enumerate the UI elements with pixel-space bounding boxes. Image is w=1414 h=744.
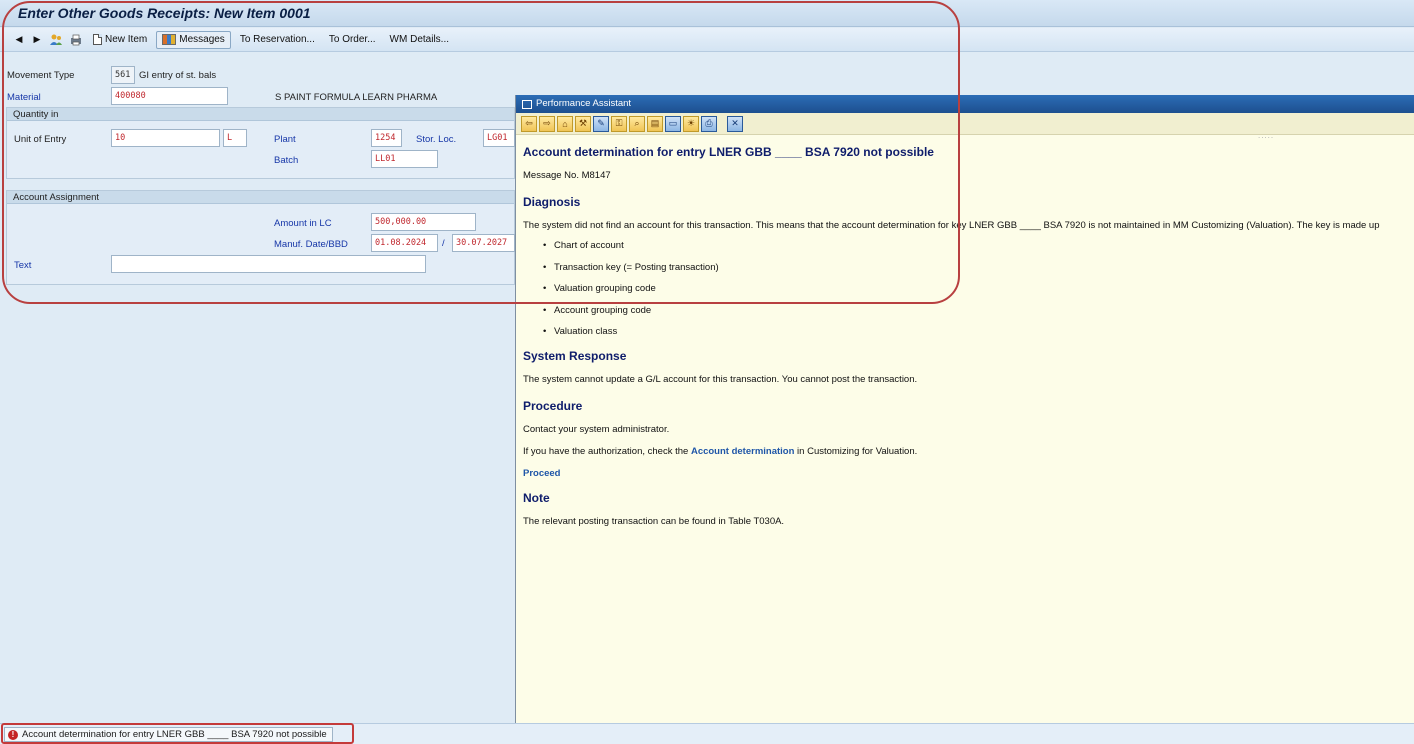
assistant-heading: Account determination for entry LNER GBB… bbox=[523, 145, 934, 159]
edit-icon[interactable]: ✎ bbox=[593, 115, 609, 132]
performance-assistant-window: Performance Assistant ⇦ ⇨ ⌂ ⚒ ✎ ⚿ ⌕ ▤ ▭ … bbox=[515, 95, 1414, 744]
material-description: S PAINT FORMULA LEARN PHARMA bbox=[275, 92, 438, 103]
manuf-date-field[interactable]: 01.08.2024 bbox=[371, 234, 438, 252]
note-text: The relevant posting transaction can be … bbox=[523, 515, 785, 527]
proceed-line: Proceed bbox=[523, 468, 1414, 479]
triangle-left-icon[interactable]: ◀ bbox=[12, 32, 26, 48]
triangle-right-icon[interactable]: ▶ bbox=[30, 32, 44, 48]
window-icon bbox=[522, 99, 532, 109]
date-separator: / bbox=[442, 238, 445, 249]
book-icon[interactable]: ▤ bbox=[647, 115, 663, 132]
performance-assistant-titlebar: Performance Assistant bbox=[516, 95, 1414, 113]
list-item: Valuation grouping code bbox=[543, 278, 1414, 300]
batch-field[interactable]: LL01 bbox=[371, 150, 438, 168]
note-title: Note bbox=[523, 490, 550, 505]
key-icon[interactable]: ⚿ bbox=[611, 115, 627, 132]
procedure-title: Procedure bbox=[523, 398, 583, 413]
procedure-text-2-post: in Customizing for Valuation. bbox=[794, 445, 918, 457]
tools-icon[interactable]: ⚒ bbox=[575, 115, 591, 132]
document-icon bbox=[93, 34, 102, 45]
list-item: Account grouping code bbox=[543, 300, 1414, 322]
material-field[interactable]: 400080 bbox=[111, 87, 228, 105]
batch-label: Batch bbox=[274, 155, 299, 166]
status-message[interactable]: ! Account determination for entry LNER G… bbox=[4, 727, 333, 742]
unit-field[interactable]: L bbox=[223, 129, 247, 147]
quantity-group-title: Quantity in bbox=[7, 108, 514, 121]
stor-loc-field[interactable]: LG01 bbox=[483, 129, 515, 147]
key-components-list: Chart of account Transaction key (= Post… bbox=[523, 235, 1414, 343]
system-response-text: The system cannot update a G/L account f… bbox=[523, 373, 918, 385]
printer-icon[interactable]: ⎙ bbox=[701, 115, 717, 132]
diagnosis-text: The system did not find an account for t… bbox=[523, 220, 1380, 231]
performance-assistant-content: Account determination for entry LNER GBB… bbox=[523, 139, 1414, 527]
new-item-button[interactable]: New Item bbox=[88, 31, 152, 49]
application-toolbar: ◀ ▶ New Item Messages To Reservation... … bbox=[0, 28, 1414, 52]
plant-label: Plant bbox=[274, 134, 296, 145]
amount-field[interactable]: 500,000.00 bbox=[371, 213, 476, 231]
new-item-label: New Item bbox=[105, 34, 148, 45]
manuf-date-label: Manuf. Date/BBD bbox=[274, 239, 348, 250]
messages-icon bbox=[162, 34, 177, 45]
performance-assistant-toolbar: ⇦ ⇨ ⌂ ⚒ ✎ ⚿ ⌕ ▤ ▭ ☀ ⎙ ✕ bbox=[516, 113, 1414, 135]
people-icon[interactable] bbox=[48, 32, 64, 48]
messages-label: Messages bbox=[179, 34, 225, 45]
close-icon[interactable]: ✕ bbox=[727, 115, 743, 132]
home-icon[interactable]: ⌂ bbox=[557, 115, 573, 132]
status-message-text: Account determination for entry LNER GBB… bbox=[22, 729, 327, 740]
printer-icon[interactable] bbox=[68, 32, 84, 48]
display-icon[interactable]: ▭ bbox=[665, 115, 681, 132]
unit-of-entry-label: Unit of Entry bbox=[14, 134, 67, 145]
movement-type-label: Movement Type bbox=[7, 70, 75, 81]
proceed-link[interactable]: Proceed bbox=[523, 468, 561, 479]
procedure-text-1: Contact your system administrator. bbox=[523, 423, 670, 435]
unit-of-entry-field[interactable]: 10 bbox=[111, 129, 220, 147]
plant-field[interactable]: 1254 bbox=[371, 129, 402, 147]
list-item: Transaction key (= Posting transaction) bbox=[543, 257, 1414, 279]
bulb-icon[interactable]: ☀ bbox=[683, 115, 699, 132]
text-field[interactable] bbox=[111, 255, 426, 273]
stor-loc-label: Stor. Loc. bbox=[416, 134, 457, 145]
messages-button[interactable]: Messages bbox=[156, 30, 231, 49]
movement-type-text: GI entry of st. bals bbox=[139, 70, 217, 81]
error-icon: ! bbox=[8, 729, 18, 740]
to-order-button[interactable]: To Order... bbox=[324, 31, 381, 49]
account-determination-link[interactable]: Account determination bbox=[691, 446, 794, 457]
amount-label: Amount in LC bbox=[274, 218, 332, 229]
back-icon[interactable]: ⇦ bbox=[521, 115, 537, 132]
material-label: Material bbox=[7, 92, 41, 103]
title-bar: Enter Other Goods Receipts: New Item 000… bbox=[0, 0, 1414, 27]
text-label: Text bbox=[14, 260, 32, 271]
window-title: Enter Other Goods Receipts: New Item 000… bbox=[18, 5, 311, 21]
procedure-text-2: If you have the authorization, check the… bbox=[523, 446, 1414, 457]
list-item: Valuation class bbox=[543, 321, 1414, 343]
bbd-date-field[interactable]: 30.07.2027 bbox=[452, 234, 515, 252]
performance-assistant-title: Performance Assistant bbox=[536, 98, 632, 109]
message-number: Message No. M8147 bbox=[523, 170, 611, 181]
search-icon[interactable]: ⌕ bbox=[629, 115, 645, 132]
system-response-title: System Response bbox=[523, 348, 627, 363]
wm-details-button[interactable]: WM Details... bbox=[385, 31, 454, 49]
list-item: Chart of account bbox=[543, 235, 1414, 257]
procedure-text-2-pre: If you have the authorization, check the bbox=[523, 445, 691, 457]
status-bar: ! Account determination for entry LNER G… bbox=[0, 723, 1414, 744]
diagnosis-title: Diagnosis bbox=[523, 195, 581, 209]
movement-type-field: 561 bbox=[111, 66, 135, 84]
account-assignment-title: Account Assignment bbox=[7, 191, 514, 204]
to-reservation-button[interactable]: To Reservation... bbox=[235, 31, 320, 49]
forward-icon[interactable]: ⇨ bbox=[539, 115, 555, 132]
